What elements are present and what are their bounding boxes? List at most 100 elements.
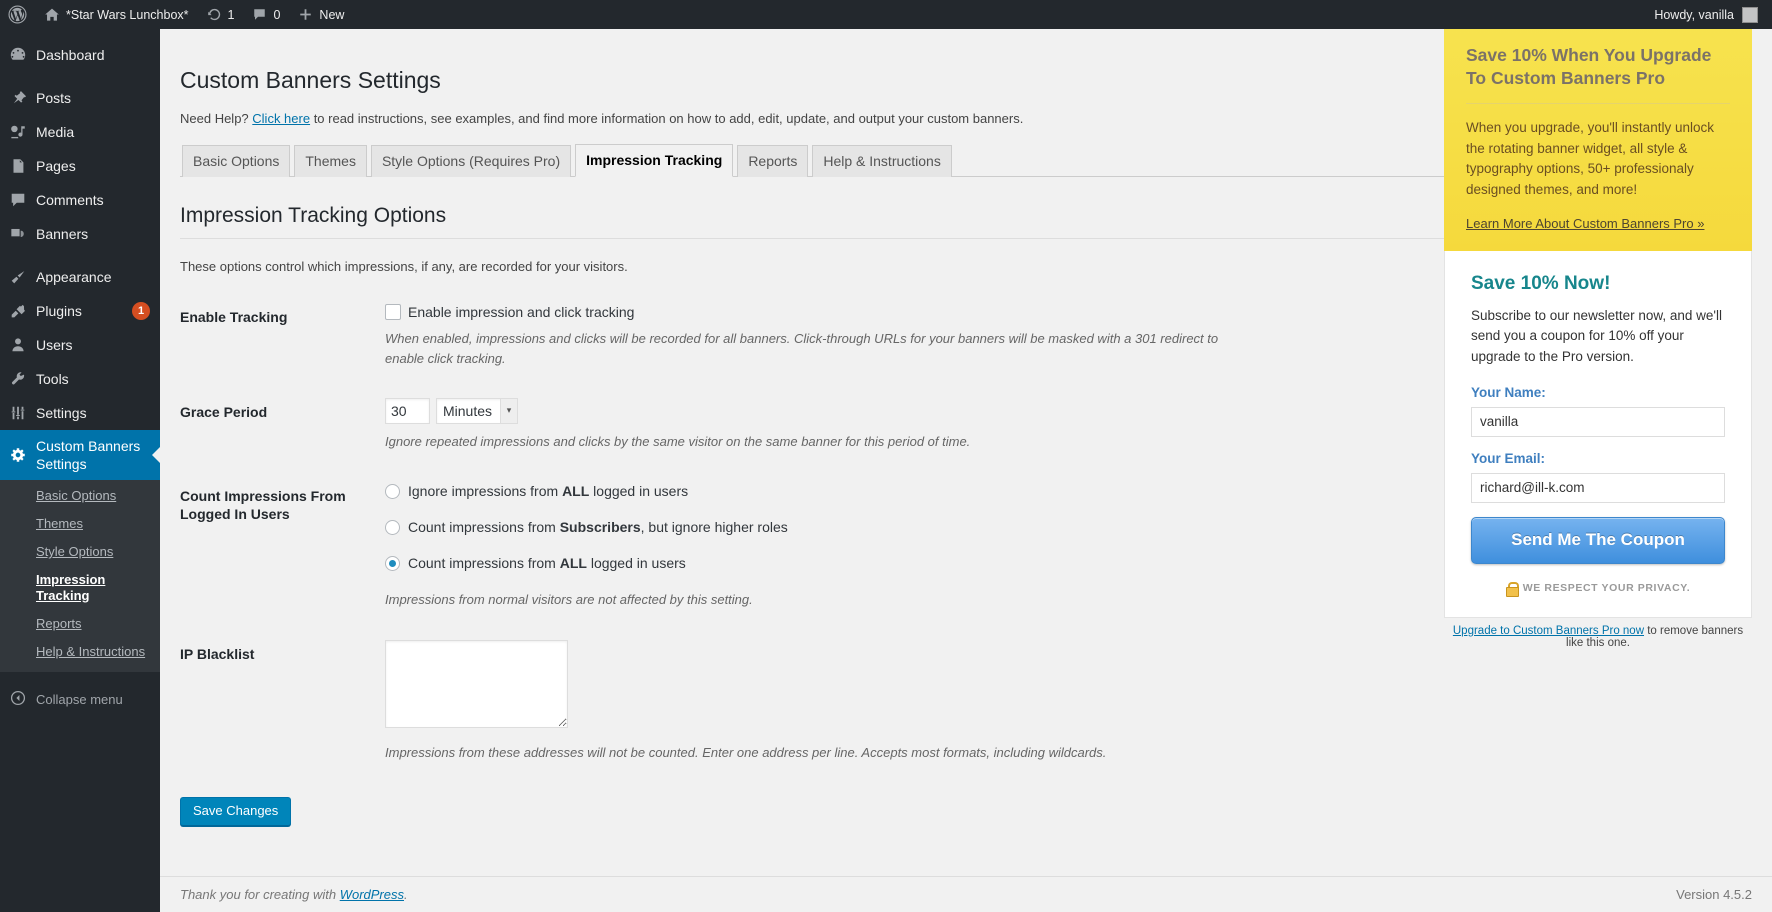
sidebar-item-banners[interactable]: Banners <box>0 217 160 251</box>
grace-period-unit-select[interactable]: Minutes Hours Days <box>436 398 518 424</box>
count-impressions-option-3[interactable]: Count impressions from ALL logged in use… <box>385 554 1240 572</box>
comments-icon <box>0 191 36 209</box>
sidebar-item-settings[interactable]: Settings <box>0 396 160 430</box>
plugins-update-badge: 1 <box>132 302 150 320</box>
sidebar-item-tools[interactable]: Tools <box>0 362 160 396</box>
promo-body-text: When you upgrade, you'll instantly unloc… <box>1466 118 1730 200</box>
sidebar-item-custom-banners-settings[interactable]: Custom Banners Settings <box>0 430 160 480</box>
submenu-item-style-options[interactable]: Style Options <box>0 538 160 566</box>
sidebar-item-label: Custom Banners Settings <box>36 437 160 473</box>
promo-name-input[interactable] <box>1471 407 1725 437</box>
user-icon <box>0 336 36 354</box>
tab-help-instructions[interactable]: Help & Instructions <box>812 145 952 177</box>
tab-reports[interactable]: Reports <box>737 145 808 177</box>
save-changes-button[interactable]: Save Changes <box>180 797 291 826</box>
sidebar-item-users[interactable]: Users <box>0 328 160 362</box>
need-help-link[interactable]: Click here <box>252 111 310 126</box>
sidebar-item-label: Banners <box>36 225 160 243</box>
count-impressions-radio-2[interactable] <box>385 520 400 535</box>
site-name-menu[interactable]: *Star Wars Lunchbox* <box>35 0 198 29</box>
count-impressions-option-1[interactable]: Ignore impressions from ALL logged in us… <box>385 482 1240 500</box>
promo-upgrade-link[interactable]: Upgrade to Custom Banners Pro now <box>1453 625 1644 637</box>
count-impressions-description: Impressions from normal visitors are not… <box>385 590 1240 610</box>
menu-spacer-top <box>0 29 160 38</box>
promo-divider <box>1466 103 1730 104</box>
tab-style-options[interactable]: Style Options (Requires Pro) <box>371 145 571 177</box>
tab-themes[interactable]: Themes <box>294 145 367 177</box>
footer-thanks: Thank you for creating with WordPress. <box>180 887 408 902</box>
opt2-strong: Subscribers <box>560 519 641 535</box>
count-impressions-option-2[interactable]: Count impressions from Subscribers, but … <box>385 518 1240 536</box>
promo-subscribe-title: Save 10% Now! <box>1471 273 1725 296</box>
ip-blacklist-textarea[interactable] <box>385 640 568 728</box>
wordpress-logo-button[interactable] <box>0 0 35 29</box>
media-icon <box>0 123 36 141</box>
enable-tracking-description: When enabled, impressions and clicks wil… <box>385 329 1240 368</box>
tab-impression-tracking[interactable]: Impression Tracking <box>575 144 733 177</box>
sidebar-item-dashboard[interactable]: Dashboard <box>0 38 160 72</box>
dashboard-icon <box>0 46 36 64</box>
enable-tracking-checkbox[interactable] <box>385 304 401 320</box>
submit-area: Save Changes <box>180 777 1752 826</box>
promo-learn-more-link[interactable]: Learn More About Custom Banners Pro » <box>1466 216 1704 231</box>
updates-count: 1 <box>228 8 235 22</box>
count-impressions-label-2: Count impressions from Subscribers, but … <box>408 518 788 536</box>
opt2-post: , but ignore higher roles <box>641 519 788 535</box>
plug-icon <box>0 302 36 320</box>
submenu-item-impression-tracking[interactable]: Impression Tracking <box>0 566 160 610</box>
promo-upgrade-box: Save 10% When You Upgrade To Custom Bann… <box>1444 22 1752 251</box>
count-impressions-radio-3[interactable] <box>385 556 400 571</box>
footer-thanks-prefix: Thank you for creating with <box>180 887 340 902</box>
comments-count: 0 <box>273 8 280 22</box>
count-impressions-radio-1[interactable] <box>385 484 400 499</box>
sidebar-item-label: Dashboard <box>36 46 160 64</box>
opt1-post: logged in users <box>589 483 688 499</box>
sidebar-item-pages[interactable]: Pages <box>0 149 160 183</box>
footer-version: Version 4.5.2 <box>1676 887 1752 902</box>
footer-wordpress-link[interactable]: WordPress <box>340 887 404 902</box>
sidebar-item-plugins[interactable]: Plugins 1 <box>0 294 160 328</box>
opt3-strong: ALL <box>560 555 587 571</box>
label-grace-period: Grace Period <box>180 383 375 467</box>
comments-icon <box>252 7 267 22</box>
grace-period-description: Ignore repeated impressions and clicks b… <box>385 432 1240 452</box>
grace-period-input[interactable] <box>385 398 430 424</box>
collapse-arrow-icon <box>0 690 36 709</box>
my-account-menu[interactable]: Howdy, vanilla <box>1645 0 1772 29</box>
site-title: *Star Wars Lunchbox* <box>66 8 189 22</box>
collapse-menu-label: Collapse menu <box>36 692 123 707</box>
submenu-item-reports[interactable]: Reports <box>0 610 160 638</box>
enable-tracking-checkbox-row[interactable]: Enable impression and click tracking <box>385 303 1240 321</box>
promo-footer-note: Upgrade to Custom Banners Pro now to rem… <box>1444 625 1752 649</box>
wordpress-logo-icon <box>8 5 27 24</box>
promo-subscribe-text: Subscribe to our newsletter now, and we'… <box>1471 306 1725 367</box>
sidebar-item-label: Plugins <box>36 302 126 320</box>
submenu-item-themes[interactable]: Themes <box>0 510 160 538</box>
submenu-item-basic-options[interactable]: Basic Options <box>0 482 160 510</box>
promo-headline: Save 10% When You Upgrade To Custom Bann… <box>1466 44 1730 90</box>
label-ip-blacklist: IP Blacklist <box>180 625 375 777</box>
need-help-suffix: to read instructions, see examples, and … <box>310 111 1023 126</box>
sidebar-item-label: Pages <box>36 157 160 175</box>
tab-basic-options[interactable]: Basic Options <box>182 145 290 177</box>
comments-menu[interactable]: 0 <box>243 0 289 29</box>
avatar <box>1742 7 1758 23</box>
sidebar-item-label: Media <box>36 123 160 141</box>
updates-menu[interactable]: 1 <box>198 0 244 29</box>
sidebar-item-label: Comments <box>36 191 160 209</box>
promo-send-coupon-button[interactable]: Send Me The Coupon <box>1471 517 1725 564</box>
new-content-menu[interactable]: New <box>289 0 353 29</box>
submenu-item-help-instructions[interactable]: Help & Instructions <box>0 638 160 666</box>
sidebar-item-label: Users <box>36 336 160 354</box>
sidebar-item-comments[interactable]: Comments <box>0 183 160 217</box>
menu-separator-1 <box>0 72 160 81</box>
menu-separator-2 <box>0 251 160 260</box>
collapse-menu-button[interactable]: Collapse menu <box>0 680 160 719</box>
sidebar-item-label: Posts <box>36 89 160 107</box>
sidebar-item-appearance[interactable]: Appearance <box>0 260 160 294</box>
sidebar-item-media[interactable]: Media <box>0 115 160 149</box>
promo-email-input[interactable] <box>1471 473 1725 503</box>
sidebar-item-posts[interactable]: Posts <box>0 81 160 115</box>
row-enable-tracking: Enable Tracking Enable impression and cl… <box>180 288 1250 383</box>
sliders-icon <box>0 404 36 422</box>
